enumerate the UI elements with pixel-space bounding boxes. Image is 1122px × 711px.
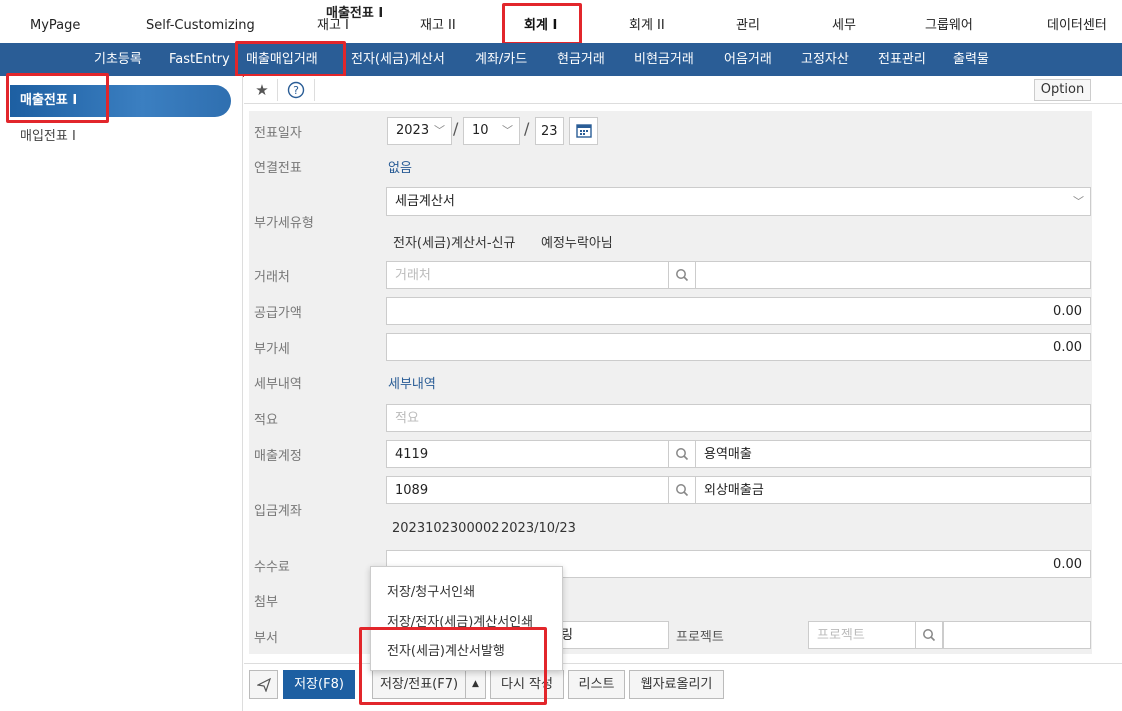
deposit-account-code-input[interactable]: 1089 [386,476,669,504]
vat-input[interactable]: 0.00 [386,333,1091,361]
chevron-down-icon: ﹀ [434,124,445,137]
sidebar-item-sales-voucher[interactable]: 매출전표 I [10,85,231,117]
detail-label: 세부내역 [254,377,302,392]
top-nav: MyPage Self-Customizing 재고 I 재고 II 회계 I … [0,0,1122,43]
save-dropdown-menu: 저장/청구서인쇄 저장/전자(세금)계산서인쇄 전자(세금)계산서발행 [370,566,563,671]
subnav-item-non-cash[interactable]: 비현금거래 [634,43,694,76]
client-label: 거래처 [254,270,290,285]
sub-nav: 기초등록 FastEntry 매출매입거래 전자(세금)계산서 계좌/카드 현금… [0,43,1122,76]
list-button[interactable]: 리스트 [568,670,625,699]
search-icon[interactable] [668,261,696,289]
deposit-account-name-input[interactable]: 외상매출금 [695,476,1091,504]
linked-voucher-value[interactable]: 없음 [388,157,412,176]
subnav-item-sales-purchase[interactable]: 매출매입거래 [246,43,318,76]
deposit-account-label: 입금계좌 [254,504,302,519]
detail-link[interactable]: 세부내역 [388,373,436,392]
tab-accounting-2[interactable]: 회계 II [629,0,665,43]
tab-management[interactable]: 관리 [736,0,760,43]
subnav-item-basic[interactable]: 기초등록 [94,43,142,76]
sales-account-code-input[interactable]: 4119 [386,440,669,468]
svg-text:?: ? [293,84,299,97]
linked-voucher-label: 연결전표 [254,161,302,176]
tab-groupware[interactable]: 그룹웨어 [925,0,973,43]
client-input[interactable]: 거래처 [386,261,669,289]
department-label: 부서 [254,631,278,646]
tab-data-center[interactable]: 데이터센터 [1047,0,1107,43]
menu-item-save-bill-print[interactable]: 저장/청구서인쇄 [387,581,475,600]
divider [277,79,278,101]
subnav-item-cash[interactable]: 현금거래 [557,43,605,76]
supply-amount-label: 공급가액 [254,306,302,321]
date-label: 전표일자 [254,126,302,141]
sales-account-name-input[interactable]: 용역매출 [695,440,1091,468]
supply-amount-input[interactable]: 0.00 [386,297,1091,325]
vat-type-sub-2: 예정누락아님 [541,236,613,251]
subnav-item-bills[interactable]: 어음거래 [724,43,772,76]
subnav-item-voucher-mgmt[interactable]: 전표관리 [878,43,926,76]
help-icon[interactable]: ? [282,76,310,104]
memo-input[interactable]: 적요 [386,404,1091,432]
chevron-down-icon: ﹀ [502,124,513,137]
subnav-item-e-invoice[interactable]: 전자(세금)계산서 [351,43,445,76]
tab-accounting-1[interactable]: 회계 I [524,0,557,43]
year-value: 2023 [396,123,430,138]
star-icon[interactable]: ★ [248,76,276,104]
attach-label: 첨부 [254,595,278,610]
vat-type-select[interactable]: 세금계산서 ﹀ [386,187,1091,216]
tab-mypage[interactable]: MyPage [30,0,80,43]
save-voucher-button[interactable]: 저장/전표(F7) [372,670,466,699]
subnav-item-account-card[interactable]: 계좌/카드 [475,43,527,76]
date-separator: / [524,119,530,138]
client-name-input[interactable] [695,261,1091,289]
fee-label: 수수료 [254,560,290,575]
subnav-item-fastentry[interactable]: FastEntry [169,43,230,76]
calendar-icon[interactable] [569,117,598,145]
web-upload-button[interactable]: 웹자료올리기 [629,670,724,699]
rewrite-button[interactable]: 다시 작성 [490,670,564,699]
day-input[interactable]: 23 [535,117,564,145]
search-icon[interactable] [915,621,943,649]
menu-item-issue-e-invoice[interactable]: 전자(세금)계산서발행 [387,640,505,659]
send-icon[interactable] [249,670,278,699]
project-input[interactable]: 프로젝트 [808,621,916,649]
deposit-ref-date: 2023/10/23 [501,521,576,536]
tab-tax[interactable]: 세무 [832,0,856,43]
option-button[interactable]: Option [1034,79,1091,101]
memo-label: 적요 [254,413,278,428]
menu-item-save-e-invoice-print[interactable]: 저장/전자(세금)계산서인쇄 [387,611,533,630]
search-icon[interactable] [668,440,696,468]
sales-account-label: 매출계정 [254,449,302,464]
deposit-ref-number: 2023102300002 [392,521,500,536]
vat-type-label: 부가세유형 [254,216,314,231]
save-menu-toggle[interactable]: ▲ [465,670,486,699]
subnav-item-fixed-assets[interactable]: 고정자산 [801,43,849,76]
page-title: 매출전표 I [326,6,384,21]
page-header: ★ ? [244,76,1122,104]
search-icon[interactable] [668,476,696,504]
year-select[interactable]: 2023 ﹀ [387,117,452,145]
vat-type-sub: 전자(세금)계산서-신규 [393,236,516,251]
date-separator: / [453,119,459,138]
project-name-input[interactable] [943,621,1091,649]
save-button[interactable]: 저장(F8) [283,670,355,699]
tab-self-customizing[interactable]: Self-Customizing [146,0,255,43]
tab-inventory-2[interactable]: 재고 II [420,0,456,43]
vat-type-value: 세금계산서 [395,194,455,209]
project-label: 프로젝트 [676,630,724,645]
subnav-item-print[interactable]: 출력물 [953,43,989,76]
sidebar-item-purchase-voucher[interactable]: 매입전표 I [20,125,76,144]
month-select[interactable]: 10 ﹀ [463,117,520,145]
sidebar: 매출전표 I 매입전표 I [0,76,243,711]
month-value: 10 [472,123,489,138]
vat-label: 부가세 [254,342,290,357]
chevron-down-icon: ﹀ [1073,195,1084,208]
divider [314,79,315,101]
